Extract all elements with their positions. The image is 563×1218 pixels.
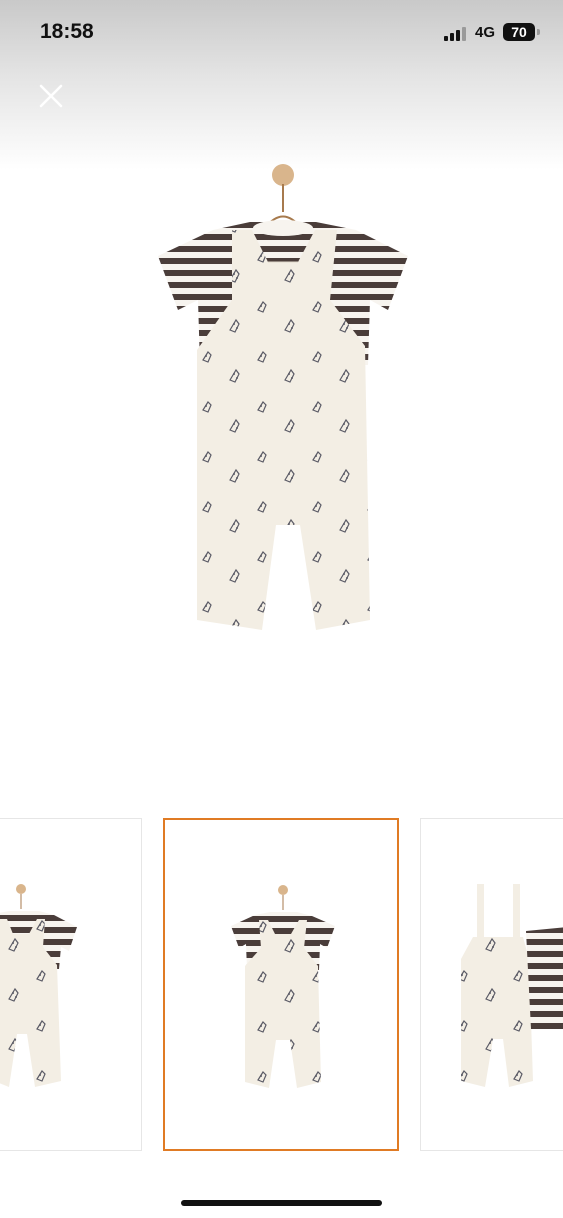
network-type: 4G xyxy=(475,24,496,41)
home-indicator xyxy=(181,1200,382,1206)
close-icon xyxy=(39,84,63,108)
status-bar: 18:58 4G 70 xyxy=(0,0,563,68)
thumbnail-2-image xyxy=(231,885,335,1088)
thumbnail-1-image xyxy=(0,884,77,1087)
product-illustration xyxy=(158,164,408,630)
battery-level: 70 xyxy=(511,24,527,40)
battery-cap xyxy=(537,29,540,35)
thumbnail-1[interactable] xyxy=(0,818,142,1151)
status-time: 18:58 xyxy=(40,20,94,43)
product-image[interactable] xyxy=(0,150,563,800)
thumbnail-3[interactable] xyxy=(420,818,563,1151)
thumbnail-2[interactable] xyxy=(163,818,399,1151)
battery-icon: 70 xyxy=(503,23,535,41)
signal-strength-icon xyxy=(444,27,466,41)
thumbnail-3-image xyxy=(461,884,563,1087)
close-button[interactable] xyxy=(30,76,72,118)
